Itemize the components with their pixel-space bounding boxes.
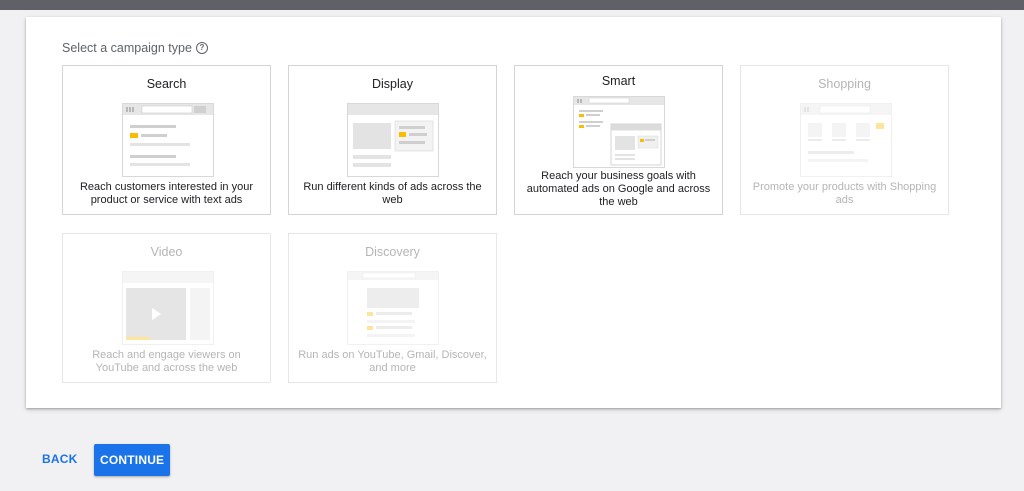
campaign-card-search[interactable]: Search Reach customers interested in you… — [62, 65, 271, 215]
campaign-type-heading: Select a campaign type ? — [62, 41, 208, 55]
card-title: Display — [372, 77, 413, 91]
campaign-card-smart[interactable]: Smart Reach your business goals with aut… — [514, 65, 723, 215]
campaign-card-display[interactable]: Display Run different kinds of ads acros… — [288, 65, 497, 215]
card-description: Promote your products with Shopping ads — [752, 181, 937, 206]
shopping-ads-illustration — [800, 103, 892, 177]
heading-label: Select a campaign type — [62, 41, 192, 55]
card-title: Smart — [601, 74, 636, 88]
campaign-card-discovery[interactable]: Discovery Run ads on YouTube, Gmail, Dis… — [288, 233, 497, 383]
card-description: Reach customers interested in your produ… — [79, 181, 254, 206]
video-ads-illustration — [122, 271, 214, 345]
back-button[interactable]: BACK — [38, 448, 81, 470]
campaign-card-shopping[interactable]: Shopping Promote your products with Shop… — [740, 65, 949, 215]
top-bar — [0, 0, 1024, 10]
card-title: Discovery — [365, 245, 420, 259]
campaign-type-panel: Select a campaign type ? Search Reach cu… — [26, 17, 1001, 408]
continue-button[interactable]: CONTINUE — [94, 444, 170, 476]
campaign-card-video[interactable]: Video Reach and engage viewers on YouTub… — [62, 233, 271, 383]
search-ads-illustration — [122, 103, 214, 177]
card-description: Run ads on YouTube, Gmail, Discover, and… — [298, 349, 487, 374]
smart-ads-illustration — [573, 96, 665, 168]
discovery-ads-illustration — [347, 271, 439, 345]
card-description: Reach and engage viewers on YouTube and … — [92, 349, 241, 374]
card-description: Run different kinds of ads across the we… — [303, 181, 482, 206]
card-title: Video — [150, 245, 183, 259]
card-title: Search — [146, 77, 187, 91]
help-icon[interactable]: ? — [195, 42, 208, 54]
display-ads-illustration — [347, 103, 439, 177]
card-description: Reach your business goals with automated… — [526, 170, 711, 208]
card-title: Shopping — [818, 77, 871, 91]
